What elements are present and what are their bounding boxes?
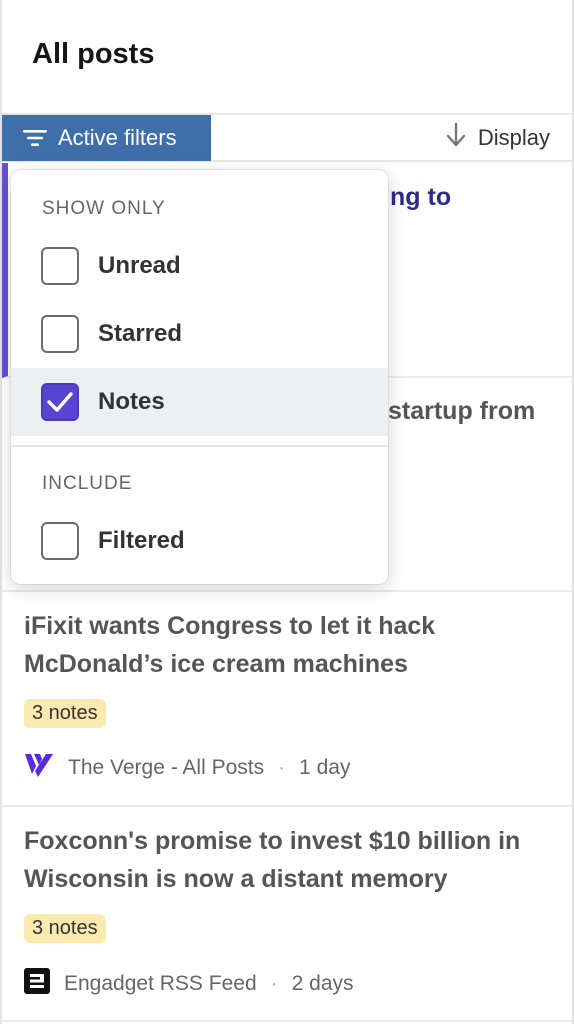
filter-icon xyxy=(22,127,48,149)
separator-dot: · xyxy=(270,972,278,995)
notes-badge: 3 notes xyxy=(24,914,106,943)
include-heading: INCLUDE xyxy=(42,473,133,494)
filter-option-label: Unread xyxy=(98,252,181,279)
page-title: All posts xyxy=(32,38,155,70)
active-filters-label: Active filters xyxy=(58,125,177,150)
verge-logo-icon xyxy=(24,752,54,784)
checkmark-icon xyxy=(47,392,73,412)
notes-checkbox[interactable] xyxy=(41,383,79,421)
filter-option-label: Filtered xyxy=(98,527,185,554)
post-meta: The Verge - All Posts · 1 day xyxy=(24,752,350,784)
dropdown-divider xyxy=(11,445,388,447)
post-source: Engadget RSS Feed xyxy=(64,972,257,995)
display-button[interactable]: Display xyxy=(446,115,550,161)
active-filters-button[interactable]: Active filters xyxy=(2,115,211,161)
post-title: iFixit wants Congress to let it hack McD… xyxy=(24,612,436,678)
post-title: startup from xyxy=(388,397,536,425)
post-title: Foxconn's promise to invest $10 billion … xyxy=(24,827,521,893)
filtered-checkbox[interactable] xyxy=(41,522,79,560)
filter-option-notes[interactable]: Notes xyxy=(11,368,388,436)
unread-checkbox[interactable] xyxy=(41,247,79,285)
separator-dot: · xyxy=(278,756,286,779)
post-meta: Engadget RSS Feed · 2 days xyxy=(24,968,354,1000)
page-header: All posts xyxy=(2,0,572,115)
filter-option-filtered[interactable]: Filtered xyxy=(11,507,388,575)
post-item[interactable]: Foxconn's promise to invest $10 billion … xyxy=(2,807,572,1022)
post-title: ng to xyxy=(390,183,452,211)
post-source: The Verge - All Posts xyxy=(68,756,265,779)
notes-badge: 3 notes xyxy=(24,699,106,728)
post-item[interactable]: iFixit wants Congress to let it hack McD… xyxy=(2,592,572,807)
post-age: 1 day xyxy=(299,756,351,779)
filter-option-label: Notes xyxy=(98,388,165,415)
filter-option-starred[interactable]: Starred xyxy=(11,300,388,368)
filter-option-label: Starred xyxy=(98,320,183,347)
engadget-logo-icon xyxy=(24,968,50,1000)
post-age: 2 days xyxy=(291,972,354,995)
display-label: Display xyxy=(477,125,550,150)
starred-checkbox[interactable] xyxy=(41,315,79,353)
show-only-heading: SHOW ONLY xyxy=(42,198,166,219)
toolbar: Active filters Display xyxy=(2,115,572,162)
filter-option-unread[interactable]: Unread xyxy=(11,232,388,300)
filters-dropdown: SHOW ONLY Unread Starred Notes INCLUDE F… xyxy=(11,170,388,584)
arrow-down-icon xyxy=(446,122,466,154)
